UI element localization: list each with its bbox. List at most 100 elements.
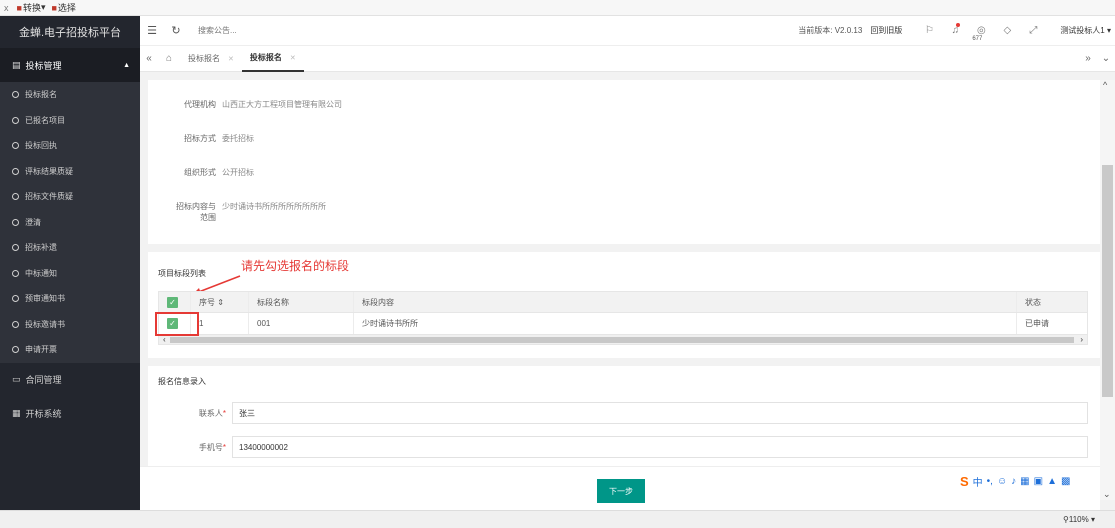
row-cell: 少时诵诗书所所 [354,313,1017,334]
close-icon[interactable]: x [4,3,9,13]
form-title: 报名信息录入 [158,377,206,386]
convert-icon: ■ [16,2,22,13]
sidebar-item-bid-receipt[interactable]: 投标回执 [0,133,140,159]
brand-title: 金蝉.电子招投标平台 [18,27,122,39]
sidebar-group-bid-opening[interactable]: ▦ 开标系统 [0,397,140,431]
sidebar-item-label: 投标邀请书 [25,319,65,329]
select-tool[interactable]: ■ 选择 [51,1,75,14]
sidebar-item-result-query[interactable]: 评标结果质疑 [0,159,140,185]
circle-icon [12,320,19,328]
status-bar: ⚲110% ▾ [0,510,1115,528]
horizontal-scrollbar[interactable]: ‹ › [158,335,1088,345]
header-cell: 标段名称 [249,292,354,312]
chinese-mode-icon[interactable]: 中 [973,474,983,489]
info-method: 招标方式 委托招标 [148,133,254,144]
close-icon[interactable]: ✕ [228,55,234,63]
tab-label: 投标报名 [188,54,220,63]
old-version-link[interactable]: 回到旧版 [870,25,902,36]
vertical-scrollbar[interactable]: ^ ⌄ [1100,80,1115,500]
sidebar-item-signed-projects[interactable]: 已报名项目 [0,108,140,134]
microphone-icon[interactable]: ♪ [1011,476,1016,487]
scroll-left-icon[interactable]: ‹ [163,335,166,344]
circle-icon [12,346,19,354]
zoom-level[interactable]: ⚲110% ▾ [1063,515,1095,524]
header-cell: 标段内容 [354,292,1017,312]
footer: 下一步 [140,466,1100,510]
refresh-icon[interactable]: ↻ [164,24,188,37]
sidebar-group-bid-management[interactable]: ▤ 投标管理 ▲ [0,48,140,82]
info-label: 招标内容与 范围 [148,201,216,223]
home-icon[interactable]: ⌂ [158,53,180,64]
chevron-down-icon[interactable]: ⌄ [1097,53,1115,64]
sidebar-item-addendum[interactable]: 招标补遗 [0,235,140,261]
scroll-down-icon[interactable]: ⌄ [1103,489,1111,500]
sidebar-group-label: 合同管理 [25,375,62,385]
punctuation-icon[interactable]: •, [987,476,993,487]
segment-list-panel: 项目标段列表 请先勾选报名的标段 ✓ 序号 ⇕ 标段名称 标段内容 状态 ✓ 1… [148,252,1100,358]
tag-icon[interactable]: ◇ [994,25,1020,36]
sidebar-item-doc-query[interactable]: 招标文件质疑 [0,184,140,210]
contact-field[interactable] [232,402,1088,424]
scroll-up-icon[interactable]: ^ [1103,80,1107,90]
user-menu[interactable]: 测试投标人1 ▾ [1060,25,1111,36]
tab-bid-signup-active[interactable]: 投标报名 ✕ [241,46,304,72]
tabs-scroll-right-icon[interactable]: » [1079,53,1097,64]
emoji-icon[interactable]: ☺ [997,476,1007,487]
sidebar-item-bid-signup[interactable]: 投标报名 [0,82,140,108]
info-label-line: 范围 [200,213,216,222]
sogou-logo-icon: S [960,473,969,489]
phone-field[interactable] [232,436,1088,458]
phone-label: 手机号* [148,442,226,453]
version-label: 当前版本: V2.0.13 [798,26,863,35]
row-check-cell: ✓ [155,312,199,336]
tab-bar: « ⌂ 投标报名 ✕ 投标报名 ✕ » ⌄ [140,46,1115,72]
tabs-scroll-left-icon[interactable]: « [140,53,158,64]
grid-icon[interactable]: ▩ [1061,476,1070,487]
contact-row: 联系人* [148,402,1088,424]
convert-tool[interactable]: ■ 转换 ▾ [17,1,46,14]
sidebar-item-label: 投标报名 [25,90,57,100]
phone-row: 手机号* [148,436,1088,458]
message-icon[interactable]: ◎ 677 [968,25,994,42]
sidebar-item-invoice[interactable]: 申请开票 [0,337,140,363]
table-header: ✓ 序号 ⇕ 标段名称 标段内容 状态 [158,291,1088,313]
table-row[interactable]: ✓ 1 001 少时诵诗书所所 已申请 [155,312,1088,336]
ime-toolbar: S 中 •, ☺ ♪ ▦ ▣ ▲ ▩ [960,472,1075,490]
scroll-right-icon[interactable]: › [1080,335,1083,344]
tab-label: 投标报名 [249,53,282,62]
info-scope: 招标内容与 范围 少时诵诗书所所所所所所所所 [148,201,326,223]
skin-icon[interactable]: ▲ [1047,476,1057,487]
next-button[interactable]: 下一步 [597,479,645,503]
required-mark: * [222,442,226,452]
sidebar-item-clarification[interactable]: 澄清 [0,210,140,236]
fullscreen-icon[interactable]: ⤢ [1020,25,1046,36]
close-icon[interactable]: ✕ [290,54,296,62]
sidebar-item-label: 预审通知书 [25,294,65,304]
chevron-down-icon: ▾ [40,2,46,12]
header-cell[interactable]: 序号 ⇕ [191,292,249,312]
menu-toggle-icon[interactable]: ☰ [140,24,164,37]
header-label: 状态 [1025,297,1041,307]
select-all-checkbox[interactable]: ✓ [167,296,178,308]
circle-icon [12,244,19,252]
header-cell: 状态 [1017,292,1087,312]
scroll-thumb[interactable] [1102,165,1113,397]
keyboard-icon[interactable]: ▦ [1020,476,1029,487]
contact-label: 联系人* [148,408,226,419]
signup-form-panel: 报名信息录入 联系人* 手机号* [148,366,1100,466]
sidebar-group-contract[interactable]: ▭ 合同管理 [0,363,140,397]
flag-icon[interactable]: ⚐ [916,25,942,36]
search-input[interactable] [198,26,318,35]
sidebar-item-prequal-notice[interactable]: 预审通知书 [0,286,140,312]
tab-bid-signup[interactable]: 投标报名 ✕ [180,46,242,72]
bell-icon[interactable]: ♫ [942,23,968,36]
scroll-thumb[interactable] [169,336,1075,343]
header-label: 标段内容 [362,297,394,307]
sidebar-item-award-notice[interactable]: 中标通知 [0,261,140,287]
info-value: 委托招标 [222,134,254,143]
sidebar-item-invitation[interactable]: 投标邀请书 [0,312,140,338]
circle-icon [12,116,19,124]
toolbox-icon[interactable]: ▣ [1034,476,1043,487]
sidebar-item-label: 申请开票 [25,345,57,355]
sidebar-item-label: 招标补遗 [25,243,57,253]
